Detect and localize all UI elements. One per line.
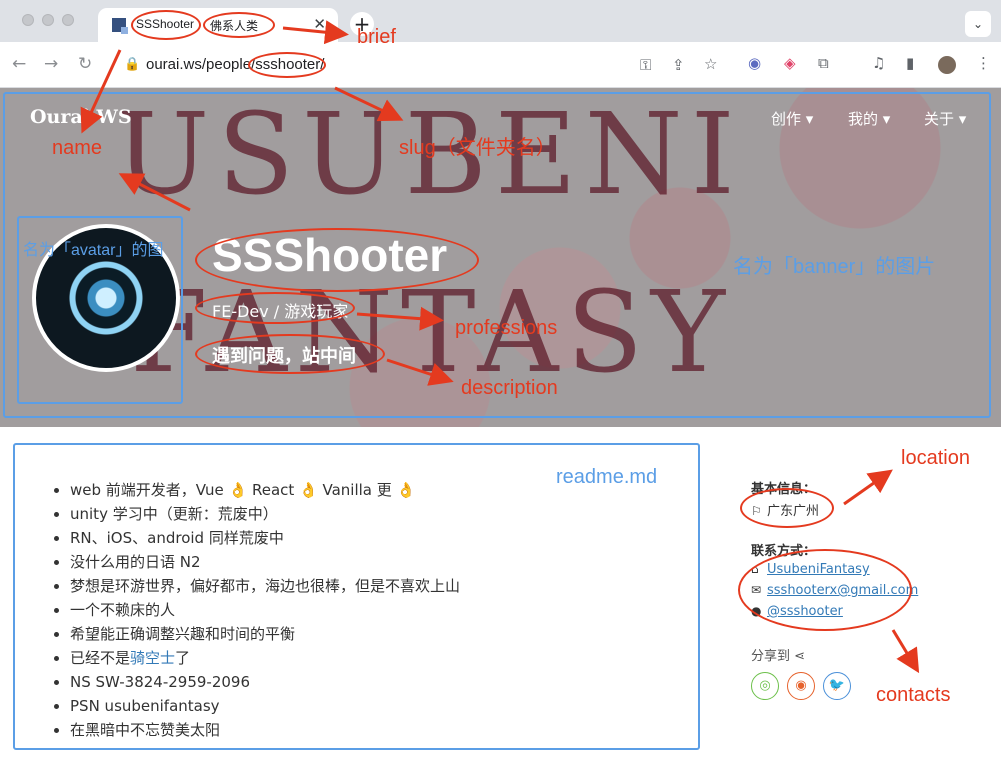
address-bar[interactable]: 🔒 ourai.ws/people/ssshooter/ ⚿ ⇪ ☆	[112, 50, 732, 80]
key-icon[interactable]: ⚿	[640, 56, 651, 74]
twitter-icon[interactable]: 🐦	[823, 672, 851, 700]
name-annotation: name	[52, 137, 103, 159]
contacts-annotation: contacts	[876, 684, 951, 706]
professions-ellipse	[195, 292, 355, 324]
contacts-arrow	[891, 629, 920, 674]
description-annotation: description	[461, 377, 558, 399]
share-icon: ⋖	[794, 649, 806, 664]
browser-toolbar: ← → ↻ 🔒 ourai.ws/people/ssshooter/ ⚿ ⇪ ☆…	[0, 42, 1001, 88]
readme-annotation: readme.md	[556, 466, 658, 488]
reload-icon[interactable]: ↻	[78, 54, 92, 74]
professions-annotation: professions	[455, 317, 558, 339]
banner-annotation: 名为「banner」的图片	[733, 256, 936, 278]
forward-arrow-icon[interactable]: →	[44, 54, 58, 74]
extension-1-icon[interactable]: ◉	[748, 54, 761, 72]
share-label-text: 分享到	[751, 649, 791, 664]
close-window-button[interactable]	[22, 14, 34, 26]
lock-icon: 🔒	[124, 57, 141, 72]
star-icon[interactable]: ☆	[704, 55, 717, 73]
share-label: 分享到 ⋖	[751, 645, 805, 664]
description-ellipse	[195, 334, 385, 374]
share-icon[interactable]: ⇪	[672, 56, 685, 74]
tab-title-ellipse	[131, 10, 201, 40]
location-arrow	[843, 469, 893, 506]
slug-annotation: slug（文件夹名）	[399, 137, 556, 159]
pocket-icon[interactable]: ◈	[784, 54, 796, 72]
puzzle-icon[interactable]: ⧉	[818, 54, 829, 72]
chevron-down-icon[interactable]: ⌄	[965, 11, 991, 37]
avatar-annotation: 名为「avatar」的图	[23, 242, 164, 259]
tab-close-icon[interactable]: ✕	[313, 15, 326, 33]
media-icon[interactable]: ♫	[872, 54, 885, 72]
favicon-icon	[112, 18, 128, 34]
readme-annotation-box	[13, 443, 700, 750]
contacts-ellipse	[738, 549, 912, 631]
weibo-icon[interactable]: ◉	[787, 672, 815, 700]
brief-annotation: brief	[357, 26, 396, 48]
slug-ellipse	[248, 52, 326, 78]
back-arrow-icon[interactable]: ←	[12, 54, 26, 74]
side-panel-icon[interactable]: ▮	[906, 54, 914, 72]
wechat-icon[interactable]: ◎	[751, 672, 779, 700]
more-menu-icon[interactable]: ⋮	[976, 54, 991, 72]
name-ellipse	[195, 228, 479, 292]
tab-brief-ellipse	[203, 12, 275, 38]
zoom-window-button[interactable]	[62, 14, 74, 26]
location-ellipse	[740, 488, 834, 528]
location-annotation: location	[901, 447, 970, 469]
profile-avatar[interactable]	[938, 56, 956, 74]
minimize-window-button[interactable]	[42, 14, 54, 26]
